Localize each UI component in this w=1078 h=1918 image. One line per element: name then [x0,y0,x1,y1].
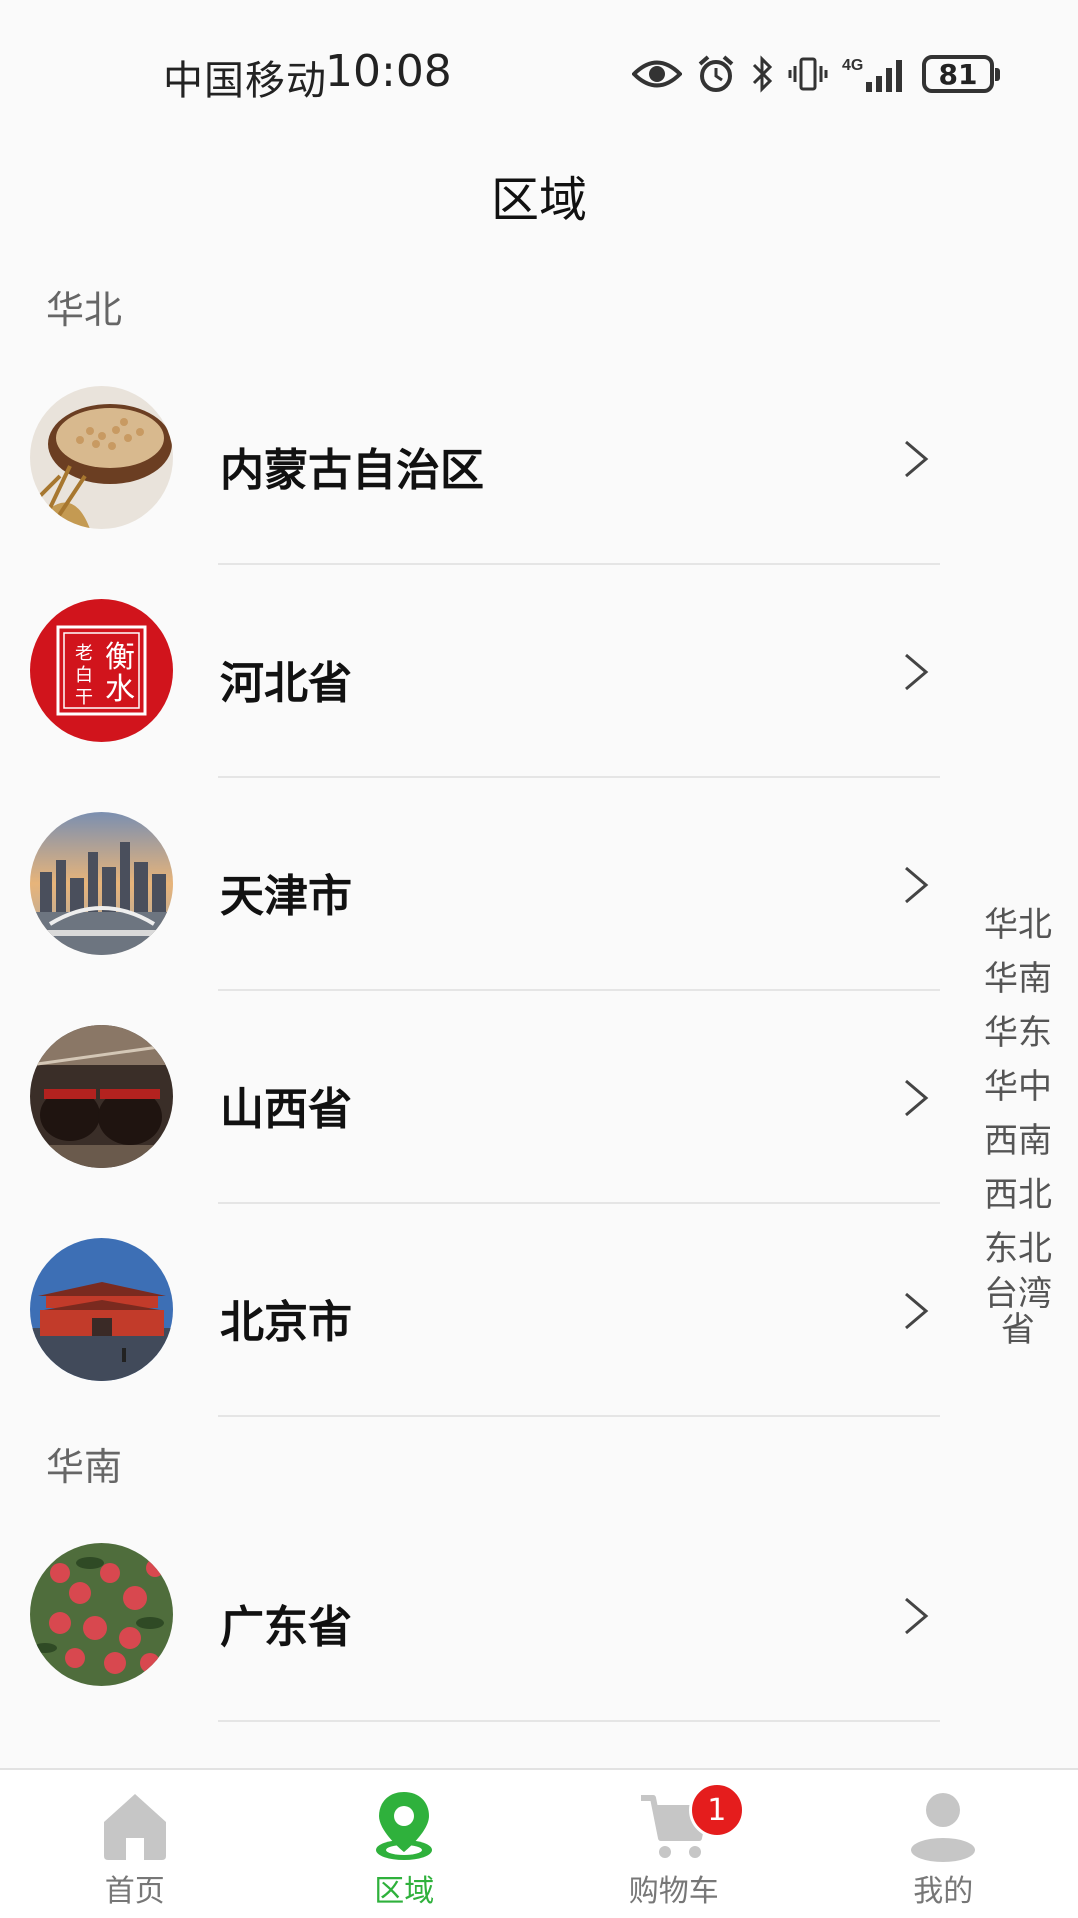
tab-region[interactable]: 区域 [270,1770,540,1918]
tab-label: 区域 [374,1874,435,1909]
region-thumbnail: 衡 水 老 白 干 [30,599,173,742]
battery-level: 81 [938,57,978,91]
svg-text:4G: 4G [842,57,863,74]
list-item[interactable]: 广东省 [0,1509,950,1722]
region-thumbnail [30,1025,173,1168]
status-bar: 中国移动 10:08 4G 81 [0,0,1078,120]
bluetooth-icon [752,55,773,93]
location-pin-icon [376,1792,433,1860]
page-title: 区域 [490,172,587,228]
index-item-huabei[interactable]: 华北 [984,898,1052,952]
region-name: 山西省 [220,1084,352,1135]
region-list[interactable]: 华北 内蒙古自治区 衡 水 老 白 干 河北省 天津市 山西省 北京市 华南 广… [0,260,950,1722]
section-index-bar[interactable]: 华北 华南 华东 华中 西南 西北 东北 台湾省 [972,898,1064,1348]
seal-text: 衡 [105,640,135,675]
user-icon [911,1793,976,1862]
battery-indicator: 81 [922,55,1000,93]
region-name: 广东省 [220,1602,352,1653]
index-item-dongbei[interactable]: 东北 [984,1222,1052,1276]
index-item-huazhong[interactable]: 华中 [984,1060,1052,1114]
region-page: 中国移动 10:08 4G 81 区域 华北 内蒙古自治区 衡 水 老 白 干 … [0,0,1078,1918]
chevron-right-icon [905,1292,929,1330]
bottom-tab-bar: 首页 区域 1 购物车 我的 [0,1768,1078,1918]
index-item-taiwan[interactable]: 台湾省 [983,1276,1053,1348]
region-thumbnail [30,812,173,955]
region-name: 北京市 [220,1297,352,1348]
list-item[interactable]: 北京市 [0,1204,950,1417]
index-item-huanan[interactable]: 华南 [984,952,1052,1006]
svg-text:水: 水 [105,672,135,707]
index-item-xinan[interactable]: 西南 [984,1114,1052,1168]
chevron-right-icon [905,866,929,904]
region-thumbnail [30,1238,173,1381]
clock-time: 10:08 [325,46,452,97]
list-item[interactable]: 天津市 [0,778,950,991]
svg-text:干: 干 [75,687,93,708]
divider [218,1720,940,1722]
region-thumbnail [30,1543,173,1686]
region-thumbnail [30,386,173,529]
vibrate-icon [788,57,828,91]
status-icons: 4G 81 [632,50,1000,98]
section-header-huanan: 华南 [46,1444,123,1489]
list-item[interactable]: 内蒙古自治区 [0,352,950,565]
chevron-right-icon [905,1597,929,1635]
chevron-right-icon [905,1079,929,1117]
tab-label: 首页 [104,1874,165,1909]
chevron-right-icon [905,440,929,478]
tab-home[interactable]: 首页 [0,1770,270,1918]
list-item[interactable]: 山西省 [0,991,950,1204]
home-icon [103,1794,166,1860]
tab-cart[interactable]: 1 购物车 [539,1770,809,1918]
svg-text:老: 老 [75,643,93,664]
index-item-huadong[interactable]: 华东 [984,1006,1052,1060]
region-name: 天津市 [220,871,352,922]
region-name: 河北省 [220,658,352,709]
region-name: 内蒙古自治区 [220,445,484,496]
eye-icon [632,60,682,88]
section-header-huabei: 华北 [46,287,123,332]
tab-label: 购物车 [628,1874,719,1909]
alarm-icon [698,55,734,92]
signal-4g-icon: 4G [842,57,902,92]
tab-mine[interactable]: 我的 [809,1770,1078,1918]
tab-label: 我的 [913,1874,974,1909]
list-item[interactable]: 衡 水 老 白 干 河北省 [0,565,950,778]
carrier-name: 中国移动 [163,58,327,104]
divider [218,1415,940,1417]
chevron-right-icon [905,653,929,691]
svg-text:白: 白 [75,665,93,686]
index-item-xibei[interactable]: 西北 [984,1168,1052,1222]
cart-count-badge: 1 [688,1782,745,1838]
